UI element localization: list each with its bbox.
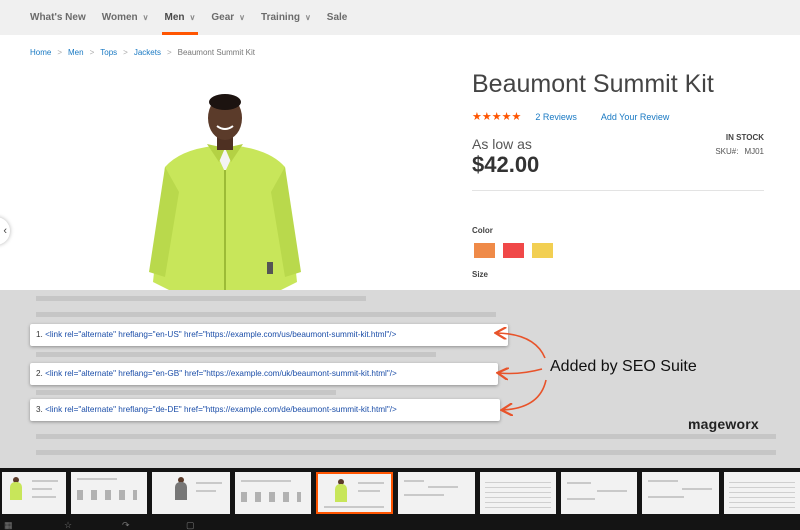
code-text: <link rel="alternate" hreflang="en-GB" h… (45, 369, 397, 378)
brand-logo: mageworx (688, 416, 759, 432)
nav-item-whats-new[interactable]: What's New (30, 0, 86, 35)
stock-status: IN STOCK (725, 133, 764, 142)
chevron-right-icon: > (89, 48, 95, 57)
sku-label: SKU#: (715, 147, 739, 156)
nav-label: Women (101, 12, 138, 23)
arrow-to-line-2 (499, 369, 543, 374)
star-rating-icon: ★★★★★ (472, 111, 522, 123)
line-number: 3. (36, 405, 43, 414)
reviews-link[interactable]: 2 Reviews (535, 112, 577, 122)
hreflang-code-line: 3. <link rel="alternate" hreflang="de-DE… (30, 399, 500, 421)
color-swatch-red[interactable] (503, 243, 524, 258)
breadcrumb: Home > Men > Tops > Jackets > Beaumont Summi… (30, 48, 255, 57)
placeholder-line (36, 352, 436, 357)
product-rating: ★★★★★ 2 Reviews Add Your Review (472, 110, 669, 123)
chevron-down-icon: ∨ (239, 13, 246, 22)
nav-item-sale[interactable]: Sale (327, 0, 348, 35)
hreflang-code-line: 1. <link rel="alternate" hreflang="en-US… (30, 324, 508, 346)
chevron-down-icon: ∨ (189, 13, 196, 22)
code-text: <link rel="alternate" hreflang="en-US" h… (45, 330, 397, 339)
code-text: <link rel="alternate" hreflang="de-DE" h… (45, 405, 397, 414)
line-number: 1. (36, 330, 43, 339)
divider (472, 190, 764, 191)
product-title: Beaumont Summit Kit (472, 70, 714, 98)
star-icon[interactable]: ☆ (64, 520, 72, 530)
placeholder-line (36, 296, 366, 301)
annotation-label: Added by SEO Suite (550, 358, 697, 375)
placeholder-line (36, 312, 496, 317)
chevron-right-icon: > (123, 48, 128, 57)
thumbnail[interactable] (152, 472, 230, 514)
size-label: Size (472, 270, 489, 279)
nav-item-training[interactable]: Training ∨ (261, 0, 311, 35)
chevron-down-icon: ∨ (142, 13, 149, 22)
breadcrumb-current: Beaumont Summit Kit (177, 48, 255, 57)
nav-label: What's New (30, 12, 86, 23)
nav-item-men[interactable]: Men ∨ (161, 0, 199, 35)
thumbnail[interactable] (2, 472, 66, 514)
color-swatch-yellow[interactable] (532, 243, 553, 258)
nav-label: Training (261, 12, 300, 23)
grid-icon[interactable]: ▦ (4, 520, 13, 530)
nav-item-women[interactable]: Women ∨ (102, 0, 149, 35)
chevron-right-icon: > (166, 48, 172, 57)
thumbnail[interactable] (398, 472, 475, 514)
placeholder-line (36, 390, 336, 395)
breadcrumb-men[interactable]: Men (68, 48, 84, 57)
placeholder-line (36, 434, 776, 439)
add-review-link[interactable]: Add Your Review (601, 112, 670, 122)
breadcrumb-jackets[interactable]: Jackets (134, 48, 161, 57)
nav-label: Men (164, 12, 185, 23)
top-navigation: What's New Women ∨ Men ∨ Gear ∨ Training ∨ S… (0, 0, 800, 35)
thumbnail[interactable] (724, 472, 800, 514)
chevron-down-icon: ∨ (304, 13, 311, 22)
chevron-right-icon: > (57, 48, 63, 57)
thumbnail-active[interactable] (316, 472, 393, 514)
nav-item-gear[interactable]: Gear ∨ (211, 0, 245, 35)
hreflang-code-line: 2. <link rel="alternate" hreflang="en-GB… (30, 363, 498, 385)
as-low-as-label: As low as (472, 136, 532, 152)
color-label: Color (472, 226, 493, 235)
nav-label: Sale (326, 12, 348, 23)
share-icon[interactable]: ↷ (122, 520, 130, 530)
thumbnail[interactable] (235, 472, 311, 514)
strip-controls: ▦ ☆ ↷ ▢ (0, 518, 800, 530)
slide-stage: What's New Women ∨ Men ∨ Gear ∨ Training ∨ S… (0, 0, 800, 530)
sku: SKU#: MJ01 (715, 147, 764, 156)
thumbnail[interactable] (642, 472, 719, 514)
color-swatch-orange[interactable] (474, 243, 495, 258)
thumbnail[interactable] (480, 472, 556, 514)
thumbnail[interactable] (561, 472, 637, 514)
placeholder-line (36, 450, 776, 455)
product-image[interactable] (135, 92, 315, 290)
nav-label: Gear (211, 12, 235, 23)
sku-value: MJ01 (744, 147, 764, 156)
line-number: 2. (36, 369, 43, 378)
arrow-to-line-3 (503, 379, 547, 410)
breadcrumb-tops[interactable]: Tops (100, 48, 117, 57)
store-product-page: What's New Women ∨ Men ∨ Gear ∨ Training ∨ S… (0, 0, 800, 290)
breadcrumb-home[interactable]: Home (30, 48, 51, 57)
thumbnail[interactable] (71, 472, 147, 514)
color-swatches (474, 243, 561, 258)
folder-icon[interactable]: ▢ (186, 520, 195, 530)
product-price: $42.00 (472, 152, 540, 177)
